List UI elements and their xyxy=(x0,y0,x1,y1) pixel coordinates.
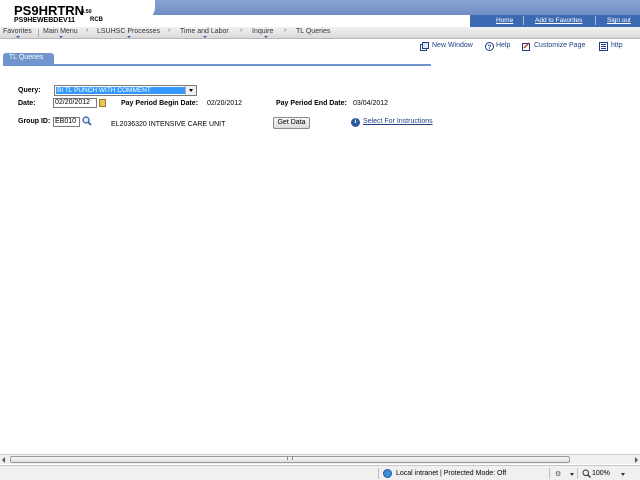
date-field[interactable]: 02/20/2012 xyxy=(53,98,97,108)
get-data-button[interactable]: Get Data xyxy=(273,117,310,129)
chevron-right-icon: › xyxy=(284,27,287,34)
chevron-down-icon xyxy=(16,36,20,38)
select-for-instructions-link[interactable]: Select For Instructions xyxy=(363,118,433,125)
browser-status-bar: Local intranet | Protected Mode: Off ⚙ 1… xyxy=(0,465,640,480)
help-icon[interactable]: ? xyxy=(485,42,494,51)
status-separator xyxy=(378,468,379,479)
http-link[interactable]: http xyxy=(611,42,623,49)
chevron-down-icon[interactable] xyxy=(621,473,625,476)
info-icon: i xyxy=(351,118,360,127)
browser-page: PS9HRTRN 8.50 PS9HEWEBDEV11 RCB Home Add… xyxy=(0,0,640,480)
new-window-icon[interactable] xyxy=(420,42,429,51)
chevron-down-icon xyxy=(203,36,207,38)
group-id-field[interactable]: EB010 xyxy=(53,117,80,127)
pay-period-end-label: Pay Period End Date: xyxy=(276,100,347,107)
customize-page-link[interactable]: Customize Page xyxy=(534,42,585,49)
svg-text:?: ? xyxy=(488,44,492,51)
pay-period-end-value: 03/04/2012 xyxy=(353,100,389,107)
scroll-left-icon[interactable] xyxy=(2,457,5,463)
protected-mode-icon[interactable]: ⚙ xyxy=(555,470,561,478)
user-id: RCB xyxy=(90,17,103,23)
header-links: Home Add to Favorites Sign out xyxy=(470,15,640,27)
chevron-right-icon: › xyxy=(240,27,243,34)
portal-header: PS9HRTRN 8.50 PS9HEWEBDEV11 RCB Home Add… xyxy=(0,0,640,28)
pay-period-begin-label: Pay Period Begin Date: xyxy=(121,100,199,107)
nav-favorites[interactable]: Favorites xyxy=(3,28,32,35)
app-version: 8.50 xyxy=(81,9,92,15)
help-link[interactable]: Help xyxy=(496,42,510,49)
header-band xyxy=(118,0,640,15)
security-zone-text: Local intranet | Protected Mode: Off xyxy=(396,470,507,477)
chevron-down-icon xyxy=(127,36,131,38)
nav-time-and-labor[interactable]: Time and Labor xyxy=(180,28,229,35)
tab-tl-queries[interactable]: TL Queries xyxy=(3,53,54,64)
tab-underline xyxy=(3,64,431,66)
zoom-icon[interactable] xyxy=(582,469,591,478)
breadcrumb-nav: Favorites Main Menu › LSUHSC Processes ›… xyxy=(0,27,640,39)
scroll-right-icon[interactable] xyxy=(635,457,638,463)
http-link-icon[interactable] xyxy=(599,42,608,51)
query-dropdown[interactable]: BI TL PUNCH WITH COMMENT xyxy=(54,85,197,96)
header-curve xyxy=(95,0,155,28)
scrollbar-grip xyxy=(287,457,293,460)
group-id-label: Group ID: xyxy=(18,118,51,125)
zoom-level[interactable]: 100% xyxy=(592,470,610,477)
query-selected-value: BI TL PUNCH WITH COMMENT xyxy=(56,87,185,94)
link-separator xyxy=(523,16,524,25)
chevron-down-icon[interactable] xyxy=(570,473,574,476)
nav-inquire[interactable]: Inquire xyxy=(252,28,273,35)
lookup-icon[interactable] xyxy=(82,116,92,126)
sign-out-link[interactable]: Sign out xyxy=(607,17,631,24)
home-link[interactable]: Home xyxy=(496,17,513,24)
nav-main-menu[interactable]: Main Menu xyxy=(43,28,78,35)
status-separator xyxy=(577,468,578,479)
calendar-icon[interactable] xyxy=(99,99,106,107)
date-label: Date: xyxy=(18,100,36,107)
nav-tl-queries[interactable]: TL Queries xyxy=(296,28,330,35)
chevron-down-icon[interactable] xyxy=(185,86,196,95)
chevron-down-icon xyxy=(264,36,268,38)
tab-label: TL Queries xyxy=(9,54,44,61)
chevron-right-icon: › xyxy=(168,27,171,34)
status-separator xyxy=(549,468,550,479)
horizontal-scrollbar[interactable] xyxy=(0,454,640,464)
pay-period-begin-value: 02/20/2012 xyxy=(207,100,243,107)
add-to-favorites-link[interactable]: Add to Favorites xyxy=(535,17,582,24)
query-label: Query: xyxy=(18,87,41,94)
nav-separator xyxy=(38,29,39,37)
chevron-right-icon: › xyxy=(86,27,89,34)
customize-page-icon[interactable] xyxy=(522,42,531,51)
app-title: PS9HRTRN xyxy=(14,3,85,18)
new-window-link[interactable]: New Window xyxy=(432,42,473,49)
link-separator xyxy=(595,16,596,25)
group-description: EL2036320 INTENSIVE CARE UNIT xyxy=(111,121,226,128)
intranet-globe-icon xyxy=(383,469,392,478)
database-name: PS9HEWEBDEV11 xyxy=(14,17,76,24)
nav-lsuhsc-processes[interactable]: LSUHSC Processes xyxy=(97,28,160,35)
chevron-down-icon xyxy=(59,36,63,38)
